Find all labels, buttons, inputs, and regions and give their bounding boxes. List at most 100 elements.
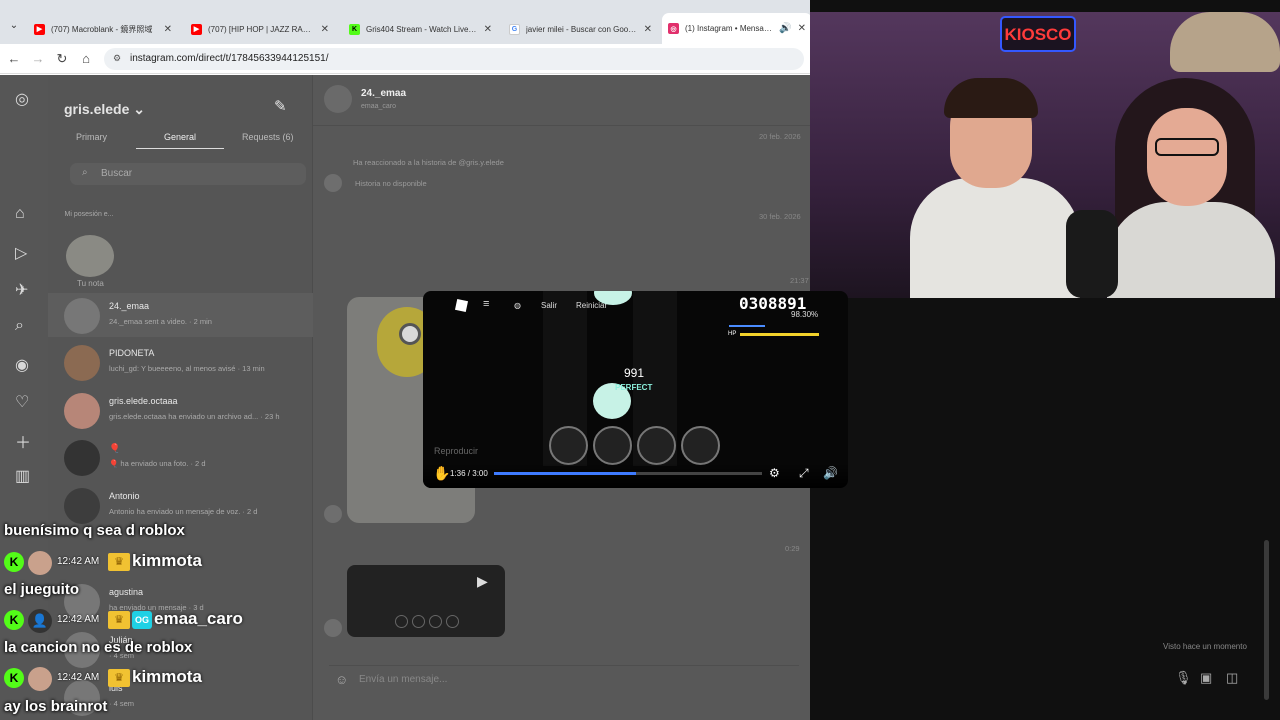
conversation-item[interactable]: 🎈 🎈 ha enviado una foto. · 2 d bbox=[48, 435, 313, 479]
reels-icon[interactable]: ▷ bbox=[15, 243, 27, 263]
crown-icon: ♛ bbox=[108, 611, 130, 629]
fullscreen-icon[interactable]: ⤢ bbox=[799, 466, 809, 481]
note-key bbox=[681, 426, 720, 465]
avatar bbox=[64, 345, 100, 381]
scrollbar[interactable] bbox=[1264, 540, 1269, 700]
tab-title: (707) [HIP HOP | JAZZ RAP | BO bbox=[208, 24, 315, 34]
back-icon[interactable]: ← bbox=[6, 51, 22, 66]
conversation-name: PIDONETA bbox=[109, 348, 155, 358]
menu-icon[interactable]: ≡ bbox=[483, 298, 489, 310]
home-icon[interactable]: ⌂ bbox=[78, 51, 94, 66]
conversation-name: Antonio bbox=[109, 491, 140, 501]
tab-3[interactable]: K Gris404 Stream - Watch Live on ✕ bbox=[343, 17, 498, 41]
messages-icon[interactable]: ✈ bbox=[15, 280, 28, 300]
url-field[interactable]: ⚙ instagram.com/direct/t/178456339441251… bbox=[104, 48, 804, 70]
chat-time: 12:42 AM bbox=[57, 556, 100, 567]
seek-bar[interactable] bbox=[494, 472, 762, 475]
chat-user-row: K 👤 12:42 AM ♛ OG emaa_caro bbox=[4, 609, 304, 633]
image-icon[interactable]: ▣ bbox=[1200, 670, 1212, 686]
close-tab-icon[interactable]: ✕ bbox=[164, 24, 172, 35]
compose-icon[interactable]: ✎ bbox=[274, 97, 287, 115]
close-tab-icon[interactable]: ✕ bbox=[321, 24, 329, 35]
tab-5-active[interactable]: ◎ (1) Instagram • Mensajes 🔊 ✕ bbox=[662, 13, 810, 44]
chat-message: buenísimo q sea d roblox bbox=[4, 522, 185, 539]
shirt bbox=[910, 178, 1080, 298]
note-key-thumb bbox=[412, 615, 425, 628]
chat-avatar[interactable] bbox=[324, 85, 352, 113]
message-composer[interactable]: ☺ Envía un mensaje... 🎙 bbox=[329, 665, 799, 695]
tab-2[interactable]: ▶ (707) [HIP HOP | JAZZ RAP | BO ✕ bbox=[185, 17, 335, 41]
note-key bbox=[549, 426, 588, 465]
note-key-thumb bbox=[395, 615, 408, 628]
notifications-icon[interactable]: ♡ bbox=[15, 392, 29, 412]
tab-general[interactable]: General bbox=[136, 132, 225, 149]
conversation-preview: 🎈 ha enviado una foto. · 2 d bbox=[109, 459, 206, 468]
emoji-icon[interactable]: ☺ bbox=[335, 672, 348, 687]
create-icon[interactable]: ＋ bbox=[15, 429, 31, 453]
reaction-text: Ha reaccionado a la historia de @gris.y.… bbox=[353, 158, 504, 167]
goggle-image bbox=[399, 323, 421, 345]
chat-user-row: K 12:42 AM ♛ kimmota bbox=[4, 667, 304, 691]
chat-message: la cancion no es de roblox bbox=[4, 639, 193, 656]
exit-button[interactable]: Salir bbox=[541, 301, 557, 310]
conversation-name: gris.elede.octaaa bbox=[109, 396, 178, 406]
conversation-item[interactable]: 24._emaa 24._emaa sent a video. · 2 min bbox=[48, 293, 313, 337]
chat-handle: emaa_caro bbox=[361, 103, 397, 110]
song-progress-mini bbox=[729, 325, 765, 327]
dashboard-icon[interactable]: ▥ bbox=[15, 466, 30, 486]
seek-progress bbox=[494, 472, 637, 475]
chat-name[interactable]: 24._emaa bbox=[361, 88, 406, 99]
explore-icon[interactable]: ◉ bbox=[15, 355, 29, 375]
instagram-logo-icon[interactable]: ◎ bbox=[15, 89, 29, 109]
note-avatar[interactable] bbox=[66, 235, 114, 277]
tab-title: (707) Macroblank - 鏡界照域 bbox=[51, 24, 153, 34]
reload-icon[interactable]: ↻ bbox=[54, 51, 70, 67]
video-message[interactable]: ▶ bbox=[347, 565, 505, 637]
forward-icon[interactable]: → bbox=[30, 51, 46, 66]
play-icon[interactable]: ▶ bbox=[477, 573, 488, 590]
sticker-icon[interactable]: ◫ bbox=[1226, 670, 1238, 686]
volume-icon[interactable]: 🔊 bbox=[823, 466, 838, 480]
your-note-label: Tu nota bbox=[77, 279, 104, 288]
chat-icon[interactable]: ◍ bbox=[514, 301, 521, 310]
close-tab-icon[interactable]: ✕ bbox=[798, 23, 806, 34]
search-input[interactable]: ⌕ Buscar bbox=[70, 163, 306, 185]
seen-status: Visto hace un momento bbox=[1163, 642, 1247, 651]
tab-search-icon[interactable]: ⌄ bbox=[6, 20, 22, 36]
youtube-icon: ▶ bbox=[34, 23, 45, 35]
game-video-player[interactable]: ≡ ◍ Salir Reiniciar 0308891 98.30% HP 99… bbox=[423, 291, 848, 488]
tab-strip: ⌄ ▶ (707) Macroblank - 鏡界照域 ✕ ▶ (707) [H… bbox=[0, 0, 810, 44]
conversation-name: 24._emaa bbox=[109, 301, 150, 311]
settings-icon[interactable]: ⚙ bbox=[769, 466, 780, 480]
conversation-preview: Antonio ha enviado un mensaje de voz. · … bbox=[109, 507, 258, 516]
instagram-icon: ◎ bbox=[668, 23, 679, 34]
home-icon[interactable]: ⌂ bbox=[15, 205, 25, 223]
conversation-item[interactable]: gris.elede.octaaa gris.elede.octaaa ha e… bbox=[48, 388, 313, 432]
video-controls: ✋ 1:36 / 3:00 ⚙ ⤢ 🔊 bbox=[423, 463, 848, 488]
chat-message: ay los brainrot bbox=[4, 698, 108, 715]
tab-requests[interactable]: Requests (6) bbox=[242, 132, 294, 142]
chat-username[interactable]: emaa_caro bbox=[154, 609, 243, 629]
note-bubble[interactable]: Mi posesión e... bbox=[64, 211, 114, 218]
og-badge-icon: OG bbox=[132, 611, 152, 629]
divider bbox=[313, 125, 810, 126]
mic-icon[interactable]: 🎙 bbox=[1175, 670, 1192, 686]
chat-username[interactable]: kimmota bbox=[132, 551, 202, 571]
tab-1[interactable]: ▶ (707) Macroblank - 鏡界照域 ✕ bbox=[28, 17, 178, 41]
tab-4[interactable]: G javier milei - Buscar con Google ✕ bbox=[503, 17, 658, 41]
audio-icon[interactable]: 🔊 bbox=[779, 23, 791, 34]
chat-username[interactable]: kimmota bbox=[132, 667, 202, 687]
streamer-left bbox=[890, 78, 1090, 298]
account-switcher[interactable]: gris.elede ⌄ bbox=[64, 101, 145, 118]
conversation-item[interactable]: PIDONETA luchi_gd: Y bueeeeno, al menos … bbox=[48, 340, 313, 384]
url-text: instagram.com/direct/t/17845633944125151… bbox=[130, 53, 329, 64]
roblox-icon[interactable] bbox=[454, 298, 469, 313]
tab-primary[interactable]: Primary bbox=[76, 132, 107, 142]
close-tab-icon[interactable]: ✕ bbox=[644, 24, 652, 35]
accuracy: 98.30% bbox=[791, 310, 819, 319]
close-tab-icon[interactable]: ✕ bbox=[484, 24, 492, 35]
search-icon[interactable]: ⌕ bbox=[15, 317, 24, 335]
site-info-icon[interactable]: ⚙ bbox=[113, 53, 121, 64]
play-tooltip: Reproducir bbox=[434, 446, 479, 456]
message-input[interactable]: Envía un mensaje... bbox=[359, 674, 447, 685]
